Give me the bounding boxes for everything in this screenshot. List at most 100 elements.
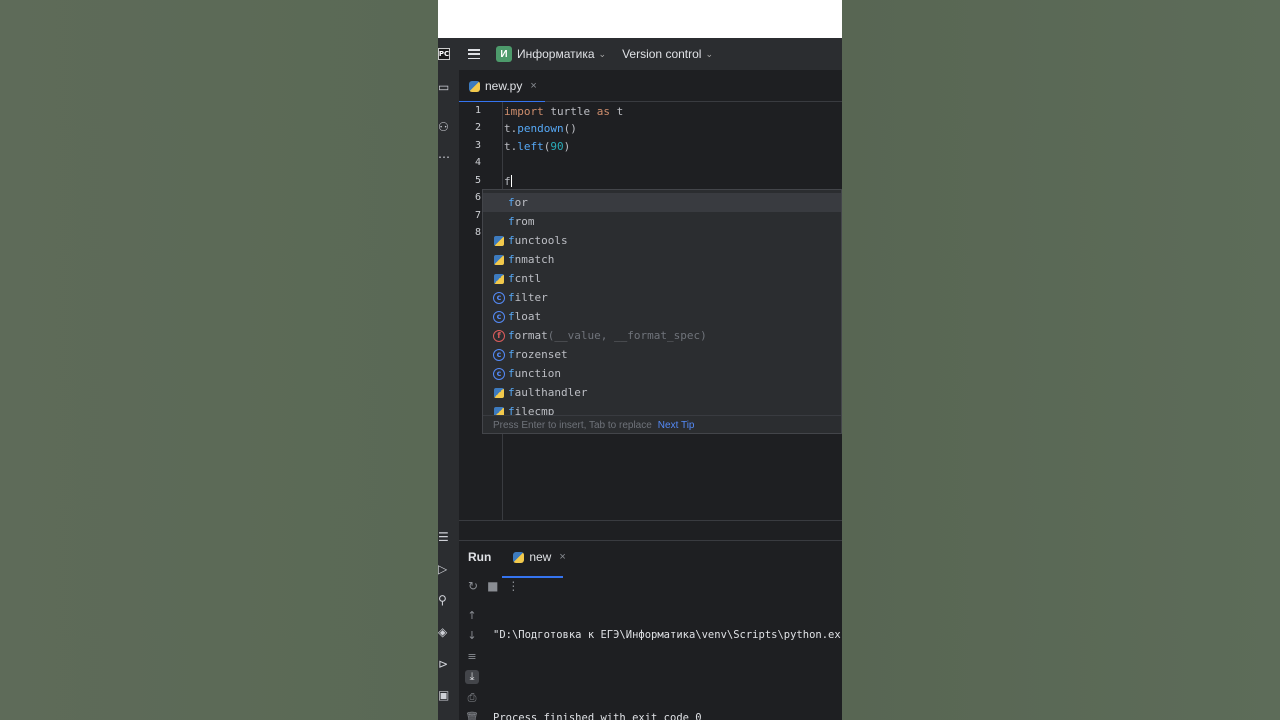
match-prefix: f	[508, 367, 515, 380]
completion-item[interactable]: f unctools	[483, 231, 841, 250]
item-label: ormat	[514, 329, 548, 342]
version-control-menu[interactable]: Version control	[622, 47, 701, 61]
title-bar: PC И Информатика ⌄ Version control ⌄	[438, 38, 842, 70]
code-line[interactable]: import turtle as t	[504, 105, 623, 118]
number-literal: 90	[550, 140, 564, 153]
completion-item[interactable]: c f rozenset	[483, 345, 841, 364]
rerun-icon[interactable]: ↻	[468, 579, 478, 593]
trash-icon[interactable]: 🗑	[465, 711, 479, 720]
left-tool-strip: ▭ ⚇ ⋯ ☰ ▷ ⚲ ◈ ⊳ ▣	[438, 70, 459, 720]
completion-item[interactable]: c f ilter	[483, 288, 841, 307]
code-text: t.	[504, 122, 518, 135]
python-module-icon	[494, 273, 504, 284]
completion-popup: f or f rom f unctools f nmatch f cntl c f ilte…	[482, 189, 842, 434]
python-file-icon	[513, 551, 525, 563]
text-cursor	[510, 175, 512, 187]
console-output[interactable]: "D:\Подготовка к ЕГЭ\Информатика\venv\Sc…	[493, 603, 842, 720]
print-icon[interactable]: ⎙	[465, 691, 479, 705]
project-name[interactable]: Информатика	[517, 47, 595, 61]
completion-footer: Press Enter to insert, Tab to replace Ne…	[483, 415, 841, 433]
editor-horizontal-scrollbar[interactable]	[459, 520, 842, 540]
function-icon: f	[493, 329, 505, 342]
item-label: ilter	[514, 291, 548, 304]
code-text: ()	[563, 122, 577, 135]
soft-wrap-icon[interactable]: ≡	[465, 650, 479, 664]
match-prefix: f	[508, 310, 515, 323]
match-prefix: f	[508, 329, 515, 342]
layers-icon[interactable]: ◈	[438, 625, 452, 639]
keyword-icon	[493, 197, 505, 209]
stop-icon[interactable]: ■	[487, 579, 498, 593]
class-icon: c	[493, 367, 505, 380]
completion-item[interactable]: c f loat	[483, 307, 841, 326]
line-number: 7	[474, 210, 481, 221]
arrow-up-icon[interactable]: ↑	[465, 609, 479, 623]
services-icon[interactable]: ⊳	[438, 657, 452, 671]
next-tip-link[interactable]: Next Tip	[658, 420, 695, 431]
item-label: aulthandler	[514, 386, 588, 399]
match-prefix: f	[508, 253, 515, 266]
list-icon[interactable]: ☰	[438, 530, 452, 544]
keyword-icon	[493, 216, 505, 228]
close-icon[interactable]: ×	[559, 551, 565, 563]
project-badge[interactable]: И	[496, 46, 512, 62]
completion-item[interactable]: c f unction	[483, 364, 841, 383]
line-number: 5	[474, 175, 481, 186]
python-console-icon[interactable]: ⚲	[438, 593, 452, 607]
completion-item[interactable]: f rom	[483, 212, 841, 231]
line-number: 3	[474, 140, 481, 151]
method-name: pendown	[517, 122, 564, 135]
folder-icon[interactable]: ▭	[438, 80, 452, 94]
completion-item[interactable]: f cntl	[483, 269, 841, 288]
line-number: 4	[474, 157, 481, 168]
line-number: 1	[474, 105, 481, 116]
pycharm-logo-icon[interactable]: PC	[438, 48, 450, 60]
completion-item[interactable]: f nmatch	[483, 250, 841, 269]
scroll-to-end-icon[interactable]: ⤓	[465, 670, 479, 684]
tab-run-new[interactable]: new ×	[502, 550, 566, 578]
python-file-icon	[469, 80, 480, 92]
item-label: unctools	[514, 234, 568, 247]
structure-icon[interactable]: ⚇	[438, 120, 452, 134]
python-module-icon	[494, 254, 504, 265]
more-options-icon[interactable]: ⋮	[507, 579, 519, 593]
typed-text: f	[504, 175, 511, 188]
main-menu-icon[interactable]	[468, 49, 480, 59]
run-tab-label: new	[529, 550, 552, 564]
code-text: t	[609, 105, 624, 118]
more-icon[interactable]: ⋯	[438, 150, 452, 164]
run-tab-bar: Run new ×	[459, 541, 842, 578]
item-label: loat	[514, 310, 542, 323]
console-line: "D:\Подготовка к ЕГЭ\Информатика\venv\Sc…	[493, 629, 841, 641]
match-prefix: f	[508, 196, 515, 209]
code-line-current[interactable]: f	[504, 175, 512, 188]
method-name: left	[517, 140, 544, 153]
ide-window: PC И Информатика ⌄ Version control ⌄ ▭ ⚇…	[438, 0, 842, 720]
chevron-down-icon[interactable]: ⌄	[599, 49, 607, 60]
completion-item[interactable]: f f ormat (__value, __format_spec)	[483, 326, 841, 345]
code-line[interactable]: t.pendown()	[504, 122, 577, 135]
tab-new-py[interactable]: new.py ×	[459, 70, 545, 103]
class-icon: c	[493, 291, 505, 304]
keyword: import	[504, 105, 544, 118]
top-white-strip	[438, 0, 842, 38]
item-label: rozenset	[514, 348, 568, 361]
match-prefix: f	[508, 234, 515, 247]
terminal-icon[interactable]: ▣	[438, 688, 452, 702]
item-label: or	[514, 196, 528, 209]
chevron-down-icon[interactable]: ⌄	[705, 49, 713, 60]
completion-item[interactable]: f or	[483, 193, 841, 212]
close-icon[interactable]: ×	[530, 80, 536, 92]
run-toolbar: ↻ ■ ⋮	[459, 573, 842, 599]
keyword: as	[596, 105, 610, 118]
code-line[interactable]: t.left(90)	[504, 140, 570, 153]
completion-item[interactable]: f aulthandler	[483, 383, 841, 402]
run-side-toolbar: ↑ ↓ ≡ ⤓ ⎙ 🗑	[459, 599, 483, 720]
run-icon[interactable]: ▷	[438, 562, 452, 576]
item-label: unction	[514, 367, 561, 380]
item-label: cntl	[514, 272, 542, 285]
editor-tab-bar: new.py ×	[459, 70, 842, 103]
console-line: Process finished with exit code 0	[493, 712, 702, 720]
arrow-down-icon[interactable]: ↓	[465, 629, 479, 643]
